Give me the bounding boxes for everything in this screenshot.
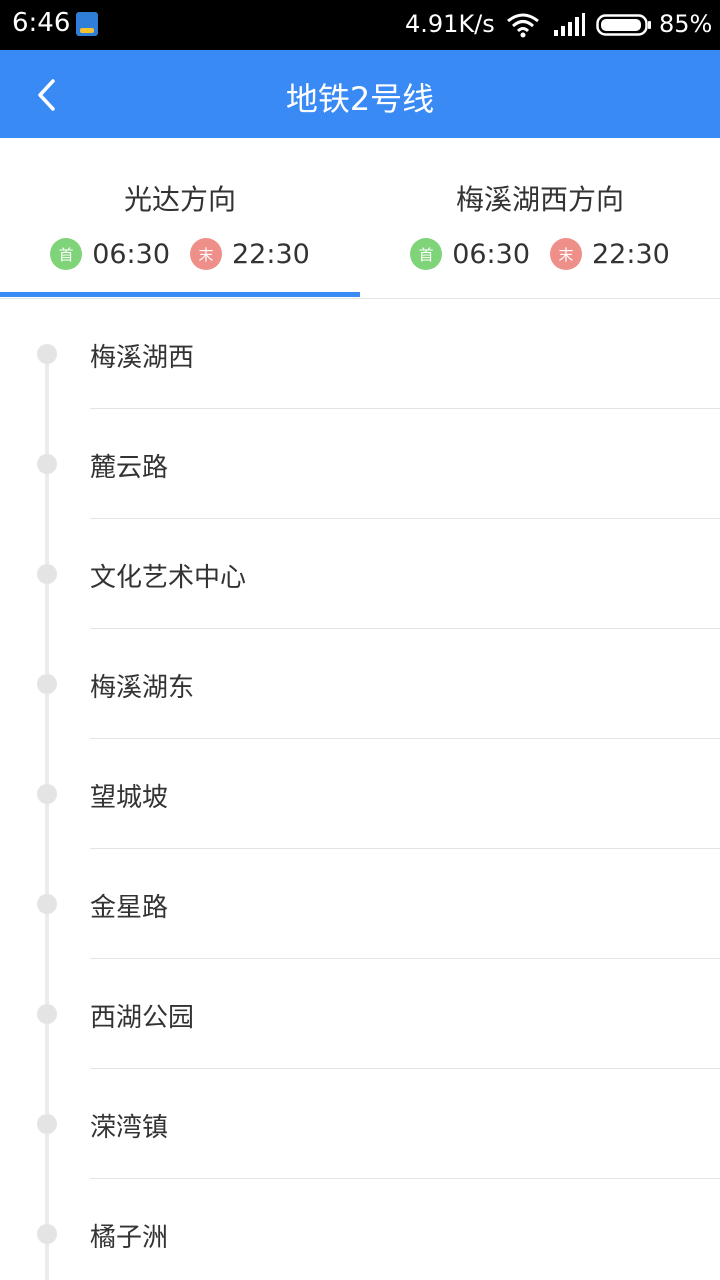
notification-app-icon: [76, 12, 98, 36]
last-train-badge: 末: [550, 238, 582, 270]
first-train-time: 06:30: [452, 238, 530, 270]
station-name: 溁湾镇: [90, 1113, 169, 1143]
station-item[interactable]: 麓云路: [0, 409, 720, 519]
last-train-time: 22:30: [592, 238, 670, 270]
station-dot: [37, 454, 57, 474]
station-name: 西湖公园: [90, 1003, 195, 1033]
station-name: 文化艺术中心: [90, 563, 247, 593]
wifi-icon: [507, 13, 539, 38]
station-name: 梅溪湖东: [90, 673, 195, 703]
last-train-time: 22:30: [232, 238, 310, 270]
network-speed: 4.91K/s: [405, 10, 495, 38]
station-item[interactable]: 梅溪湖东: [0, 629, 720, 739]
station-name: 望城坡: [90, 783, 169, 813]
station-dot: [37, 894, 57, 914]
tab-direction-guangda[interactable]: 光达方向 首 06:30 末 22:30: [0, 138, 360, 298]
status-bar: 6:46 4.91K/s 85%: [0, 0, 720, 50]
first-train-badge: 首: [50, 238, 83, 270]
last-train-badge: 末: [190, 238, 222, 270]
station-dot: [37, 674, 57, 694]
battery-percent: 85%: [659, 10, 713, 38]
first-train-time: 06:30: [92, 238, 170, 270]
first-train-badge: 首: [410, 238, 443, 270]
direction-tabs: 光达方向 首 06:30 末 22:30 梅溪湖西方向 首 06:30 末 22…: [0, 138, 720, 299]
tab-title: 光达方向: [123, 183, 236, 216]
station-item[interactable]: 西湖公园: [0, 959, 720, 1069]
station-dot: [37, 1004, 57, 1024]
service-hours: 首 06:30 末 22:30: [0, 238, 360, 270]
station-dot: [37, 1114, 57, 1134]
station-name: 橘子洲: [90, 1223, 169, 1253]
station-name: 金星路: [90, 893, 169, 923]
page-title: 地铁2号线: [285, 80, 435, 118]
battery-icon: [596, 14, 651, 36]
station-item[interactable]: 橘子洲: [0, 1179, 720, 1280]
station-name: 梅溪湖西: [90, 343, 195, 373]
station-item[interactable]: 文化艺术中心: [0, 519, 720, 629]
selected-tab-indicator: [0, 292, 360, 297]
station-dot: [37, 1224, 57, 1244]
station-item[interactable]: 溁湾镇: [0, 1069, 720, 1179]
station-dot: [37, 784, 57, 804]
tab-direction-meixihu-west[interactable]: 梅溪湖西方向 首 06:30 末 22:30: [360, 138, 720, 298]
station-dot: [37, 344, 57, 364]
station-list: 梅溪湖西 麓云路 文化艺术中心 梅溪湖东 望城坡 金星路 西湖公园 溁湾镇 橘子: [0, 299, 720, 1280]
station-item[interactable]: 梅溪湖西: [0, 299, 720, 409]
signal-icon: [554, 13, 585, 36]
station-item[interactable]: 金星路: [0, 849, 720, 959]
service-hours: 首 06:30 末 22:30: [360, 238, 720, 270]
station-dot: [37, 564, 57, 584]
station-name: 麓云路: [90, 453, 169, 483]
status-time: 6:46: [12, 8, 71, 38]
station-item[interactable]: 望城坡: [0, 739, 720, 849]
tab-title: 梅溪湖西方向: [455, 183, 624, 216]
app-bar: 地铁2号线: [0, 50, 720, 138]
